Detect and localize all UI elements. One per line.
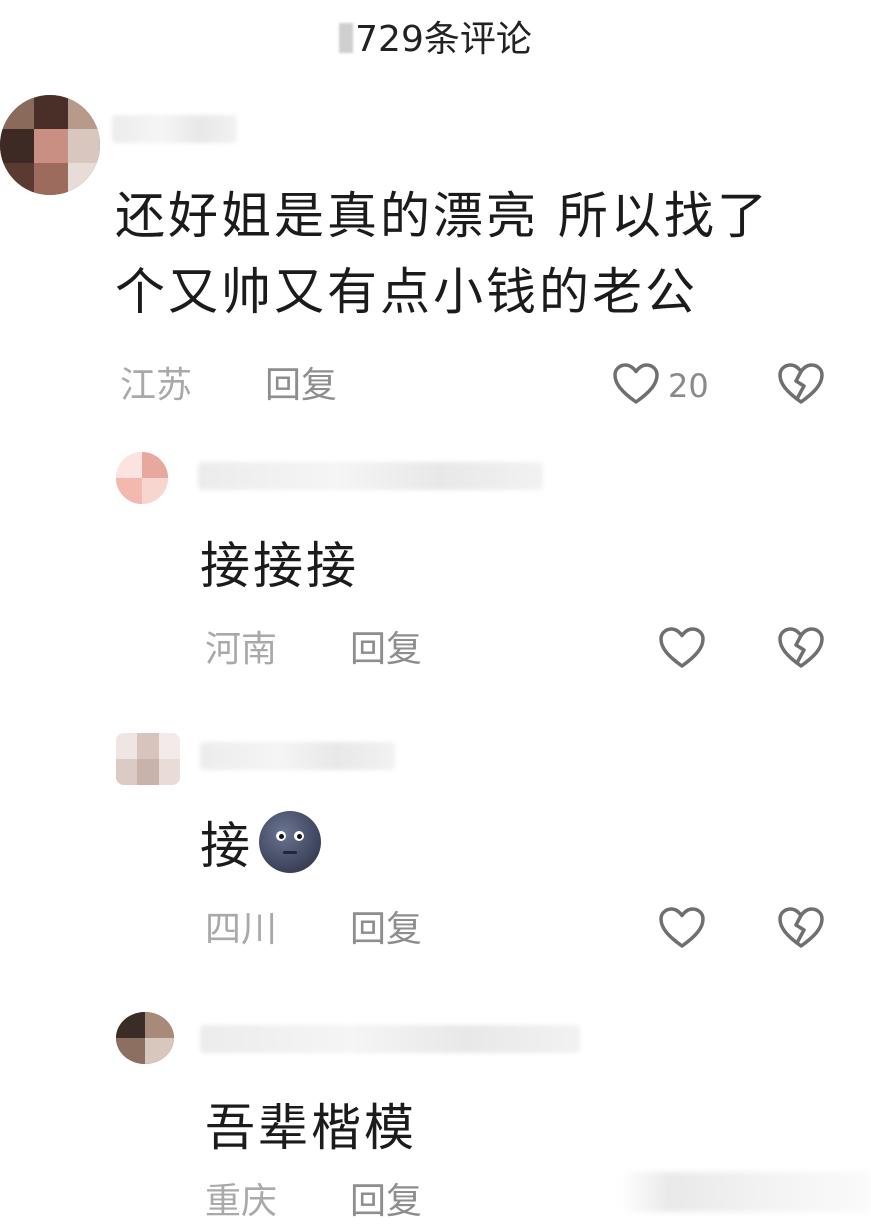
like-count: 20 [668, 367, 709, 405]
comments-header: 729条评论 [0, 18, 871, 62]
location-label: 江苏 [120, 365, 193, 406]
broken-heart-icon[interactable] [777, 626, 825, 670]
blurred-action-bar [620, 1172, 871, 1212]
reply-button[interactable]: 回复 [350, 1180, 422, 1224]
location-label: 河南 [205, 629, 278, 670]
username-blurred[interactable] [112, 115, 237, 143]
heart-outline-icon[interactable] [658, 906, 706, 950]
heart-outline-icon[interactable] [612, 362, 660, 406]
reply-button[interactable]: 回复 [265, 364, 337, 408]
new-moon-face-icon [259, 811, 321, 873]
broken-heart-icon[interactable] [777, 906, 825, 950]
comment-text: 接接接 [200, 537, 359, 595]
blurred-digit [339, 23, 354, 53]
avatar[interactable] [0, 95, 100, 195]
location-label: 重庆 [205, 1181, 278, 1222]
username-blurred[interactable] [198, 462, 543, 490]
username-blurred[interactable] [200, 742, 395, 770]
avatar[interactable] [116, 1012, 174, 1064]
heart-outline-icon[interactable] [658, 626, 706, 670]
comment-text-content: 接 [200, 817, 253, 875]
comment-count-label: 729条评论 [355, 19, 532, 60]
comment-text: 吾辈楷模 [205, 1099, 417, 1157]
avatar[interactable] [116, 452, 168, 504]
comment-text-line: 个又帅又有点小钱的老公 [115, 263, 698, 321]
location-label: 四川 [205, 909, 278, 950]
comment-text: 接 [200, 808, 321, 884]
username-blurred[interactable] [200, 1025, 580, 1053]
comment-text-line: 还好姐是真的漂亮 所以找了 [115, 187, 770, 245]
comment-text: 还好姐是真的漂亮 所以找了 个又帅又有点小钱的老公 [115, 178, 770, 330]
reply-button[interactable]: 回复 [350, 628, 422, 672]
reply-button[interactable]: 回复 [350, 908, 422, 952]
broken-heart-icon[interactable] [777, 362, 825, 406]
avatar[interactable] [116, 733, 180, 785]
